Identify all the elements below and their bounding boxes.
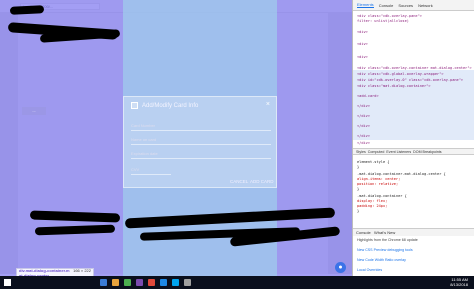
whats-new-item[interactable]: New Code Width Ratio overlay xyxy=(357,258,406,262)
tab-dom-breakpoints[interactable]: DOM Breakpoints xyxy=(413,150,441,154)
expiration-input[interactable] xyxy=(131,158,271,159)
dom-line[interactable]: filter: unlist(allclose) xyxy=(357,19,409,23)
folder-icon[interactable] xyxy=(112,279,119,286)
styles-tabbar: Styles Computed Event Listeners DOM Brea… xyxy=(353,148,474,155)
style-rule[interactable]: align-items: center; xyxy=(357,177,400,181)
devtools-panel: Elements Console Sources Network <div cl… xyxy=(352,0,474,276)
close-icon[interactable]: × xyxy=(266,101,270,108)
tab-console[interactable]: Console xyxy=(379,3,394,8)
taskbar-app-icon[interactable] xyxy=(100,279,107,286)
style-rule[interactable]: position: relative; xyxy=(357,182,398,186)
dom-line[interactable]: </div> xyxy=(357,141,370,145)
taskbar-app-icon[interactable] xyxy=(160,279,167,286)
taskbar-app-icon[interactable] xyxy=(172,279,179,286)
tab-network[interactable]: Network xyxy=(418,3,433,8)
dom-line[interactable]: <div class="cdk-overlay-container mat-di… xyxy=(357,66,472,70)
add-card-button[interactable]: ADD CARD xyxy=(250,179,274,184)
dom-line[interactable]: <div class="mat-dialog-container"> xyxy=(357,84,431,88)
style-rule[interactable]: } xyxy=(357,165,359,169)
style-rule[interactable]: element.style { xyxy=(357,160,389,164)
whats-new-heading: Highlights from the Chrome 68 update xyxy=(357,238,418,242)
tab-event-listeners[interactable]: Event Listeners xyxy=(386,150,411,154)
name-on-card-input[interactable] xyxy=(131,144,271,145)
card-number-label: Card Number xyxy=(131,123,156,128)
dom-line[interactable]: </div> xyxy=(357,104,370,108)
dom-line[interactable]: <div class="cdk-overlay-pane"> xyxy=(357,14,422,18)
tab-whats-new[interactable]: What's New xyxy=(374,230,395,235)
taskbar-clock[interactable]: 11:55 AM 8/13/2018 xyxy=(450,277,468,287)
cvv-input[interactable] xyxy=(131,174,171,175)
style-rule[interactable]: display: flex; xyxy=(357,199,387,203)
tab-computed[interactable]: Computed xyxy=(368,150,385,154)
name-on-card-label: Name on card xyxy=(131,137,157,142)
dom-line[interactable]: <add-card> xyxy=(357,94,379,98)
expiration-label: Expiration date xyxy=(131,151,158,156)
dom-line[interactable]: </div> xyxy=(357,114,370,118)
whats-new-item[interactable]: Local Overrides xyxy=(357,268,382,272)
style-rule[interactable]: .mat-dialog-container { xyxy=(357,194,407,198)
taskbar: 11:55 AM 8/13/2018 xyxy=(0,276,474,289)
dom-line[interactable]: </div> xyxy=(357,124,370,128)
devtools-tabbar: Elements Console Sources Network xyxy=(353,0,474,11)
dom-line[interactable]: <div> xyxy=(357,30,368,34)
chat-fab-button[interactable]: ● xyxy=(335,262,346,273)
dom-line[interactable]: <div> xyxy=(357,55,368,59)
clock-date: 8/13/2018 xyxy=(450,282,468,287)
cvv-label: CVV xyxy=(131,167,140,172)
style-rule[interactable]: } xyxy=(357,209,359,213)
card-info-dialog: Add/Modify Card Info × Card Number Name … xyxy=(123,96,277,188)
style-rule[interactable]: } xyxy=(357,187,359,191)
whats-new-item[interactable]: New CSS Preview debugging tools xyxy=(357,248,413,252)
tab-styles[interactable]: Styles xyxy=(356,150,366,154)
chrome-icon[interactable] xyxy=(148,279,155,286)
cancel-button[interactable]: CANCEL xyxy=(230,179,248,184)
console-drawer-tabs: Console What's New xyxy=(353,228,474,236)
dom-line[interactable]: <div> xyxy=(357,42,368,46)
dialog-title: Add/Modify Card Info xyxy=(142,103,199,109)
page-button[interactable]: ... xyxy=(22,107,46,115)
tab-sources[interactable]: Sources xyxy=(398,3,413,8)
taskbar-app-icon[interactable] xyxy=(184,279,191,286)
style-rule[interactable]: padding: 24px; xyxy=(357,204,387,208)
style-rule[interactable]: .mat-dialog-container.mat-dialog-center … xyxy=(357,172,446,176)
tab-console-drawer[interactable]: Console xyxy=(356,230,371,235)
taskbar-app-icon[interactable] xyxy=(124,279,131,286)
dom-line[interactable]: <div class="cdk-global-overlay-wrapper"> xyxy=(357,72,444,76)
taskbar-app-icon[interactable] xyxy=(136,279,143,286)
dom-line[interactable]: <div id="cdk-overlay-0" class="cdk-overl… xyxy=(357,78,463,82)
windows-start-icon[interactable] xyxy=(4,279,11,286)
tab-elements[interactable]: Elements xyxy=(357,2,374,8)
card-icon xyxy=(131,102,138,109)
tooltip-size: 166 × 222 xyxy=(73,268,91,273)
screen: localhost:4200/... ... Add/Modify Card I… xyxy=(0,0,474,289)
dom-line[interactable]: </div> xyxy=(357,134,370,138)
card-number-input[interactable] xyxy=(131,130,271,131)
